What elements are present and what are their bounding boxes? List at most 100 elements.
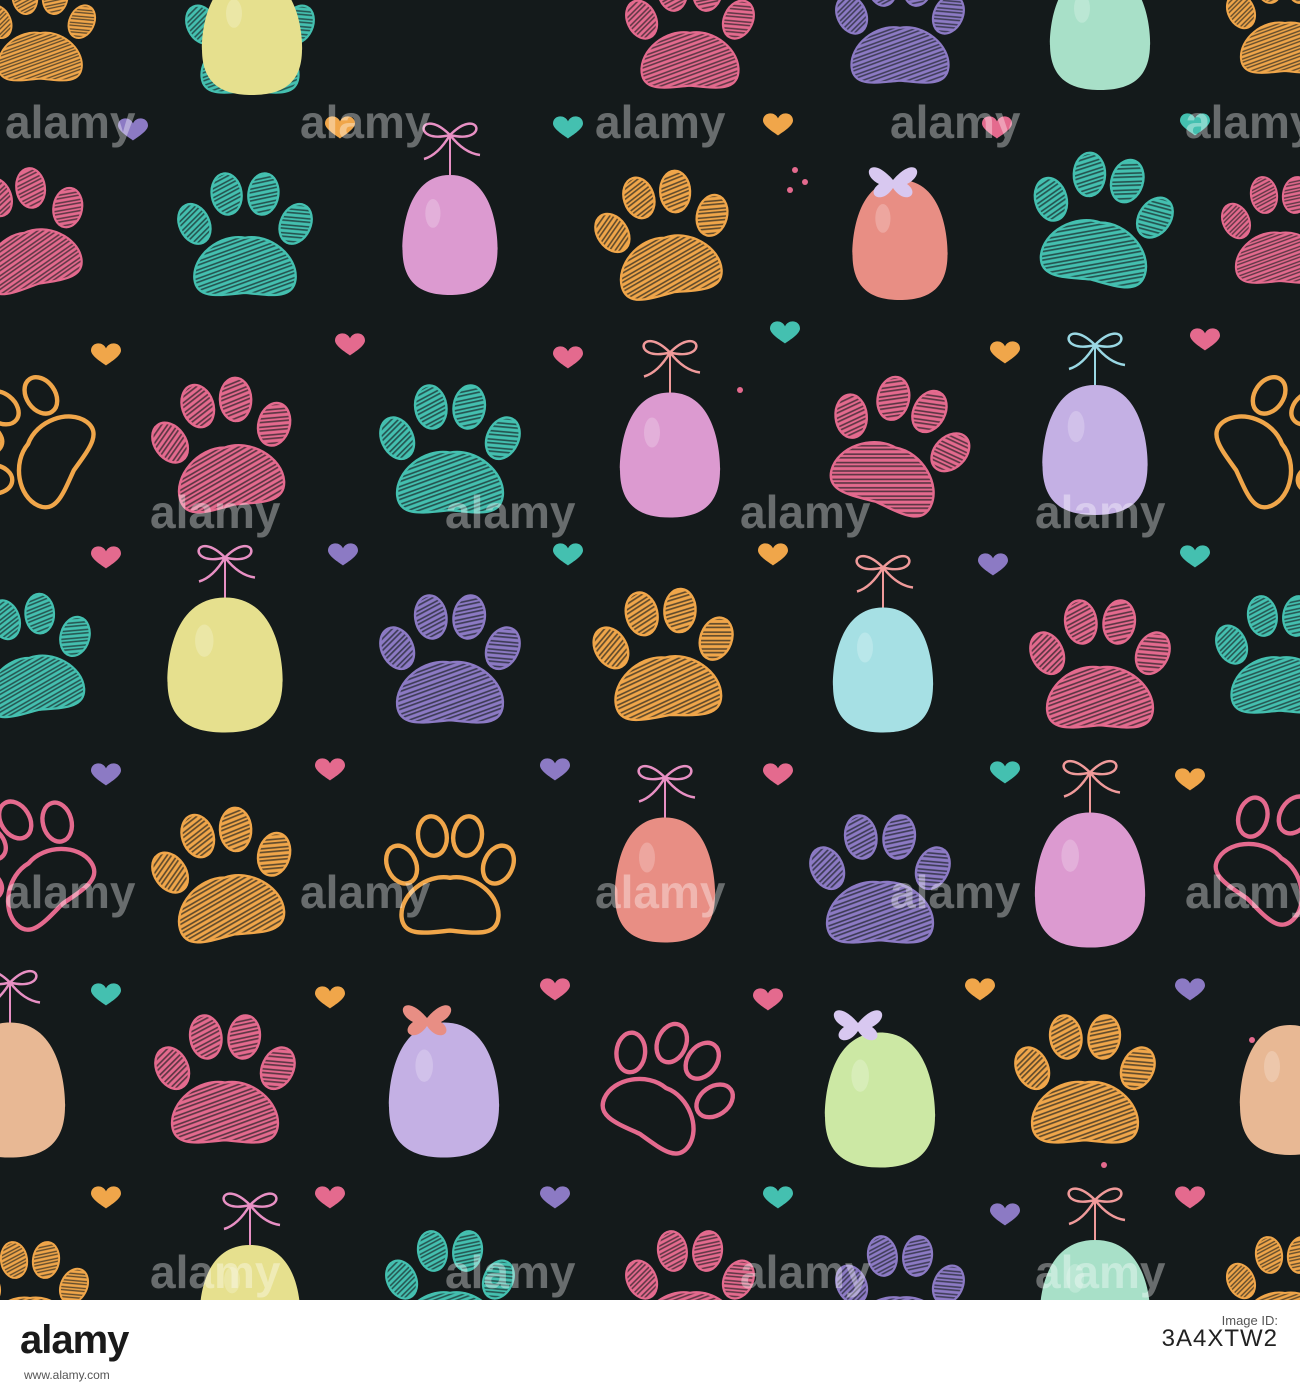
heart-icon bbox=[91, 763, 121, 786]
heart-icon bbox=[540, 758, 570, 781]
paw-print-icon bbox=[809, 814, 951, 944]
heart-icon bbox=[325, 116, 355, 139]
paw-print-icon bbox=[1014, 1014, 1156, 1144]
paw-print-icon bbox=[835, 0, 965, 84]
sparkle-dot bbox=[1101, 1162, 1107, 1168]
paw-print-icon bbox=[154, 1014, 296, 1144]
paw-print-icon bbox=[383, 814, 517, 935]
heart-icon bbox=[1180, 113, 1210, 136]
pattern-canvas bbox=[0, 0, 1300, 1300]
paw-print-icon bbox=[0, 0, 97, 82]
easter-egg-icon bbox=[200, 1192, 300, 1300]
bow-icon bbox=[0, 970, 41, 1023]
heart-icon bbox=[553, 543, 583, 566]
heart-icon bbox=[978, 553, 1008, 576]
sparkle-dot bbox=[737, 387, 743, 393]
easter-egg-icon bbox=[402, 122, 498, 295]
heart-icon bbox=[315, 758, 345, 781]
image-id: 3A4XTW2 bbox=[1161, 1325, 1278, 1352]
paw-print-icon bbox=[625, 1230, 755, 1300]
bow-icon bbox=[422, 122, 481, 175]
heart-icon bbox=[763, 113, 793, 136]
easter-egg-icon bbox=[388, 1022, 500, 1158]
paw-print-icon bbox=[0, 1241, 90, 1300]
heart-icon bbox=[982, 116, 1012, 139]
easter-egg-icon bbox=[619, 340, 721, 518]
heart-icon bbox=[91, 343, 121, 366]
paw-print-icon bbox=[1213, 794, 1300, 927]
heart-icon bbox=[763, 1186, 793, 1209]
image-id-block: Image ID: 3A4XTW2 bbox=[1161, 1312, 1278, 1352]
heart-icon bbox=[91, 546, 121, 569]
paw-print-icon bbox=[151, 806, 292, 944]
paw-print-icon bbox=[1225, 1236, 1300, 1300]
bow-icon bbox=[1067, 1187, 1126, 1240]
easter-egg-icon bbox=[0, 970, 66, 1158]
heart-icon bbox=[540, 1186, 570, 1209]
heart-icon bbox=[328, 543, 358, 566]
butterfly-icon bbox=[833, 1010, 883, 1041]
heart-icon bbox=[770, 321, 800, 344]
heart-icon bbox=[335, 333, 365, 356]
heart-icon bbox=[753, 988, 783, 1011]
heart-icon bbox=[965, 978, 995, 1001]
stock-footer: alamy www.alamy.com Image ID: 3A4XTW2 bbox=[0, 1300, 1300, 1390]
easter-egg-icon bbox=[1049, 0, 1151, 90]
bow-icon bbox=[1067, 332, 1126, 385]
heart-icon bbox=[553, 346, 583, 369]
paw-print-icon bbox=[1033, 151, 1174, 289]
heart-icon bbox=[91, 1186, 121, 1209]
paw-print-icon bbox=[592, 587, 734, 722]
paw-print-icon bbox=[1029, 599, 1171, 729]
stock-image: alamy alamy alamy alamy alamy alamy alam… bbox=[0, 0, 1300, 1390]
paw-print-icon bbox=[1214, 375, 1300, 510]
paw-print-icon bbox=[594, 169, 729, 301]
site-url: www.alamy.com bbox=[24, 1368, 110, 1382]
paw-print-icon bbox=[1225, 0, 1300, 74]
heart-icon bbox=[1190, 328, 1220, 351]
sparkle-dot bbox=[1249, 1037, 1255, 1043]
easter-egg-icon bbox=[1034, 760, 1146, 948]
heart-icon bbox=[540, 978, 570, 1001]
easter-egg-icon bbox=[832, 555, 934, 733]
paw-print-icon bbox=[379, 384, 521, 514]
easter-egg-icon bbox=[824, 1032, 936, 1168]
easter-egg-icon bbox=[167, 545, 283, 733]
sparkle-dot bbox=[792, 167, 798, 173]
heart-icon bbox=[553, 116, 583, 139]
heart-icon bbox=[763, 763, 793, 786]
heart-icon bbox=[990, 341, 1020, 364]
bow-icon bbox=[855, 555, 914, 608]
bow-icon bbox=[637, 765, 696, 818]
paw-print-icon bbox=[1215, 595, 1300, 714]
paw-print-icon bbox=[829, 375, 971, 518]
bow-icon bbox=[222, 1192, 281, 1245]
heart-icon bbox=[1175, 978, 1205, 1001]
bow-icon bbox=[197, 545, 256, 598]
paw-print-icon bbox=[385, 1230, 515, 1300]
sparkle-dot bbox=[787, 187, 793, 193]
sparkle-dot bbox=[802, 179, 808, 185]
heart-icon bbox=[1180, 545, 1210, 568]
easter-paw-pattern: alamy alamy alamy alamy alamy alamy alam… bbox=[0, 0, 1300, 1300]
paw-print-icon bbox=[151, 376, 292, 514]
heart-icon bbox=[1175, 1186, 1205, 1209]
heart-icon bbox=[990, 1203, 1020, 1226]
paw-print-icon bbox=[1220, 176, 1300, 284]
paw-print-icon bbox=[379, 594, 521, 724]
paw-print-icon bbox=[0, 375, 96, 510]
heart-icon bbox=[758, 543, 788, 566]
easter-egg-icon bbox=[201, 0, 303, 95]
easter-egg-icon bbox=[1040, 1187, 1150, 1300]
heart-icon bbox=[315, 986, 345, 1009]
paw-print-icon bbox=[835, 1235, 965, 1300]
easter-egg-icon bbox=[1042, 332, 1148, 515]
heart-icon bbox=[315, 1186, 345, 1209]
paw-print-icon bbox=[0, 799, 97, 932]
bow-icon bbox=[1062, 760, 1121, 813]
paw-print-icon bbox=[0, 167, 84, 296]
paw-print-icon bbox=[177, 172, 313, 297]
easter-egg-icon bbox=[1239, 1025, 1300, 1155]
heart-icon bbox=[118, 118, 148, 141]
heart-icon bbox=[91, 983, 121, 1006]
